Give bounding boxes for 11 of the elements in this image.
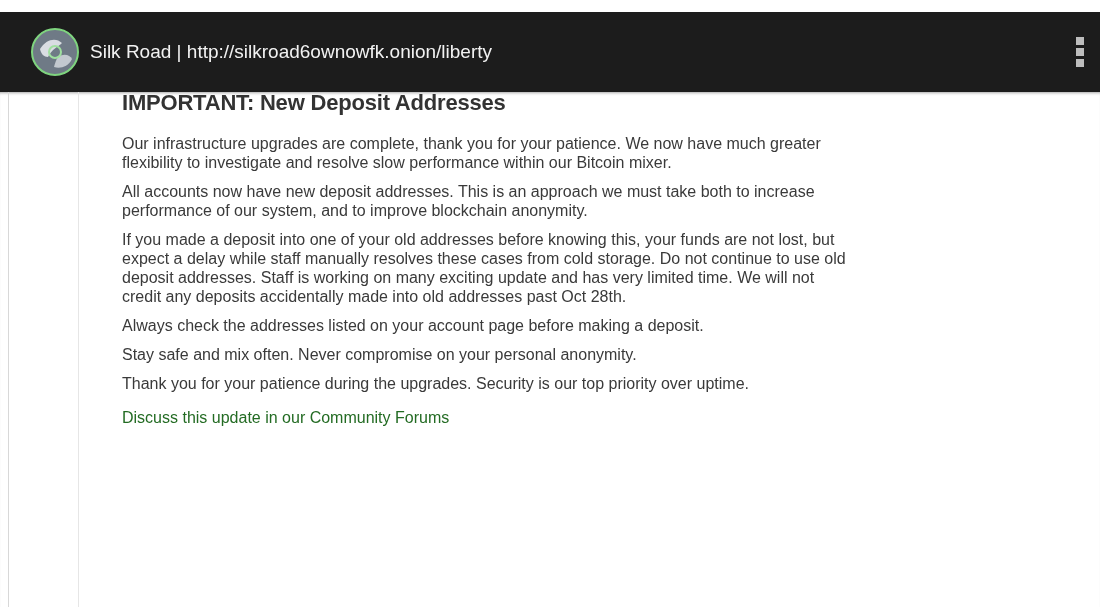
paragraph: Our infrastructure upgrades are complete, thank you for your patience. We now have much greater flexibility to investigate and resolve slow performance within our Bitcoin mixer.: [122, 134, 822, 172]
forum-link[interactable]: Discuss this update in our Community Forums: [122, 409, 450, 427]
overflow-menu-icon[interactable]: [1076, 37, 1084, 67]
globe-logo-icon: [30, 27, 80, 77]
page-title: Silk Road | http://silkroad6ownowfk.onion/liberty: [90, 41, 494, 63]
paragraph: If you made a deposit into one of your old addresses before knowing this, your funds are not lost, but expect a delay while staff manually resolves these cases from cold storage. Do not continue to use old deposit addresses. Staff is working on many exciting update and has very limited time. We will not credit any deposits accidentally made into old addresses past Oct 28th.: [122, 230, 847, 306]
paragraph: Stay safe and mix often. Never compromise on your personal anonymity.: [122, 345, 638, 364]
paragraph: All accounts now have new deposit addresses. This is an approach we must take both to increase performance of our system, and to improve blockchain anonymity.: [122, 182, 816, 220]
paragraph: Thank you for your patience during the upgrades. Security is our top priority over uptime.: [122, 374, 750, 393]
article-heading: IMPORTANT: New Deposit Addresses: [122, 90, 507, 116]
paragraph: Always check the addresses listed on your account page before making a deposit.: [122, 316, 705, 335]
